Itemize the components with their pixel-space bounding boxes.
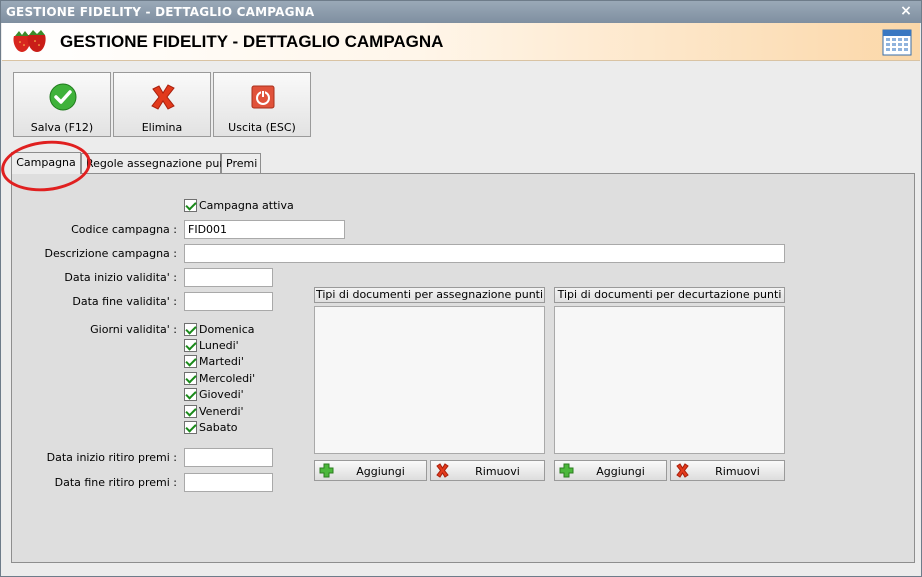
deduct-doc-types-list[interactable] [554, 306, 785, 454]
data-fine-ritiro-premi-label: Data fine ritiro premi : [54, 476, 177, 489]
day-checkbox-venerdi[interactable]: Venerdi' [184, 404, 244, 418]
red-x-icon [676, 463, 689, 478]
power-icon [251, 85, 275, 109]
day-checkbox-giovedi[interactable]: Giovedi' [184, 387, 244, 401]
day-checkbox-domenica[interactable]: Domenica [184, 322, 255, 336]
data-inizio-ritiro-premi-input[interactable] [184, 448, 273, 467]
assign-add-button[interactable]: Aggiungi [314, 460, 427, 481]
day-checkbox-mercoledi[interactable]: Mercoledi' [184, 371, 255, 385]
close-button[interactable]: × [897, 2, 915, 20]
check-circle-icon [49, 83, 77, 111]
giorni-validita-label: Giorni validita' : [90, 323, 177, 336]
descrizione-campagna-input[interactable] [184, 244, 785, 263]
save-button[interactable]: Salva (F12) [13, 72, 111, 137]
window-title: GESTIONE FIDELITY - DETTAGLIO CAMPAGNA [6, 5, 315, 19]
exit-button[interactable]: Uscita (ESC) [213, 72, 311, 137]
tab-campagna[interactable]: Campagna [11, 152, 81, 174]
day-label: Lunedi' [199, 338, 239, 352]
data-inizio-validita-label: Data inizio validita' : [64, 271, 177, 284]
strawberries-icon [13, 30, 46, 52]
add-label: Aggiungi [356, 465, 405, 478]
exit-label: Uscita (ESC) [228, 121, 296, 134]
header-banner: GESTIONE FIDELITY - DETTAGLIO CAMPAGNA [2, 23, 920, 61]
day-label: Domenica [199, 322, 255, 336]
day-label: Martedi' [199, 354, 244, 368]
calendar-icon[interactable] [882, 28, 912, 56]
checkbox-box [184, 338, 197, 352]
checkbox-box [184, 198, 197, 212]
red-x-icon [436, 463, 449, 478]
tab-premi[interactable]: Premi [221, 153, 261, 173]
delete-label: Elimina [141, 121, 183, 134]
day-label: Mercoledi' [199, 371, 256, 385]
delete-button[interactable]: Elimina [113, 72, 211, 137]
campagna-attiva-label: Campagna attiva [199, 198, 294, 212]
data-fine-ritiro-premi-input[interactable] [184, 473, 273, 492]
assign-remove-button[interactable]: Rimuovi [430, 460, 545, 481]
page-title: GESTIONE FIDELITY - DETTAGLIO CAMPAGNA [60, 32, 444, 51]
checkbox-box [184, 322, 197, 336]
deduct-remove-button[interactable]: Rimuovi [670, 460, 785, 481]
tab-regole-assegnazione-punti[interactable]: Regole assegnazione punti [81, 153, 234, 173]
deduct-add-button[interactable]: Aggiungi [554, 460, 667, 481]
checkbox-box [184, 371, 197, 385]
day-label: Giovedi' [199, 387, 244, 401]
toolbar: Salva (F12) Elimina Uscita (ESC) [2, 62, 920, 146]
checkbox-box [184, 354, 197, 368]
app-window: GESTIONE FIDELITY - DETTAGLIO CAMPAGNA ×… [0, 0, 922, 577]
campagna-panel: Campagna attiva Codice campagna : Descri… [11, 173, 915, 563]
descrizione-campagna-label: Descrizione campagna : [44, 247, 177, 260]
assign-list-header: Tipi di documenti per assegnazione punti [314, 287, 545, 303]
day-label: Venerdi' [199, 404, 244, 418]
codice-campagna-label: Codice campagna : [71, 223, 177, 236]
remove-label: Rimuovi [715, 465, 760, 478]
data-inizio-ritiro-premi-label: Data inizio ritiro premi : [46, 451, 177, 464]
data-fine-validita-input[interactable] [184, 292, 273, 311]
add-label: Aggiungi [596, 465, 645, 478]
campagna-attiva-checkbox[interactable]: Campagna attiva [184, 198, 294, 212]
save-label: Salva (F12) [30, 121, 94, 134]
title-bar: GESTIONE FIDELITY - DETTAGLIO CAMPAGNA × [1, 1, 921, 23]
green-plus-icon [319, 463, 334, 478]
data-fine-validita-label: Data fine validita' : [72, 295, 177, 308]
day-checkbox-martedi[interactable]: Martedi' [184, 354, 244, 368]
checkbox-box [184, 420, 197, 434]
day-checkbox-lunedi[interactable]: Lunedi' [184, 338, 239, 352]
day-checkbox-sabato[interactable]: Sabato [184, 420, 238, 434]
green-plus-icon [559, 463, 574, 478]
day-label: Sabato [199, 420, 238, 434]
remove-label: Rimuovi [475, 465, 520, 478]
codice-campagna-input[interactable] [184, 220, 345, 239]
checkbox-box [184, 387, 197, 401]
red-x-icon [151, 84, 175, 110]
data-inizio-validita-input[interactable] [184, 268, 273, 287]
deduct-list-header: Tipi di documenti per decurtazione punti [554, 287, 785, 303]
assign-doc-types-list[interactable] [314, 306, 545, 454]
checkbox-box [184, 404, 197, 418]
